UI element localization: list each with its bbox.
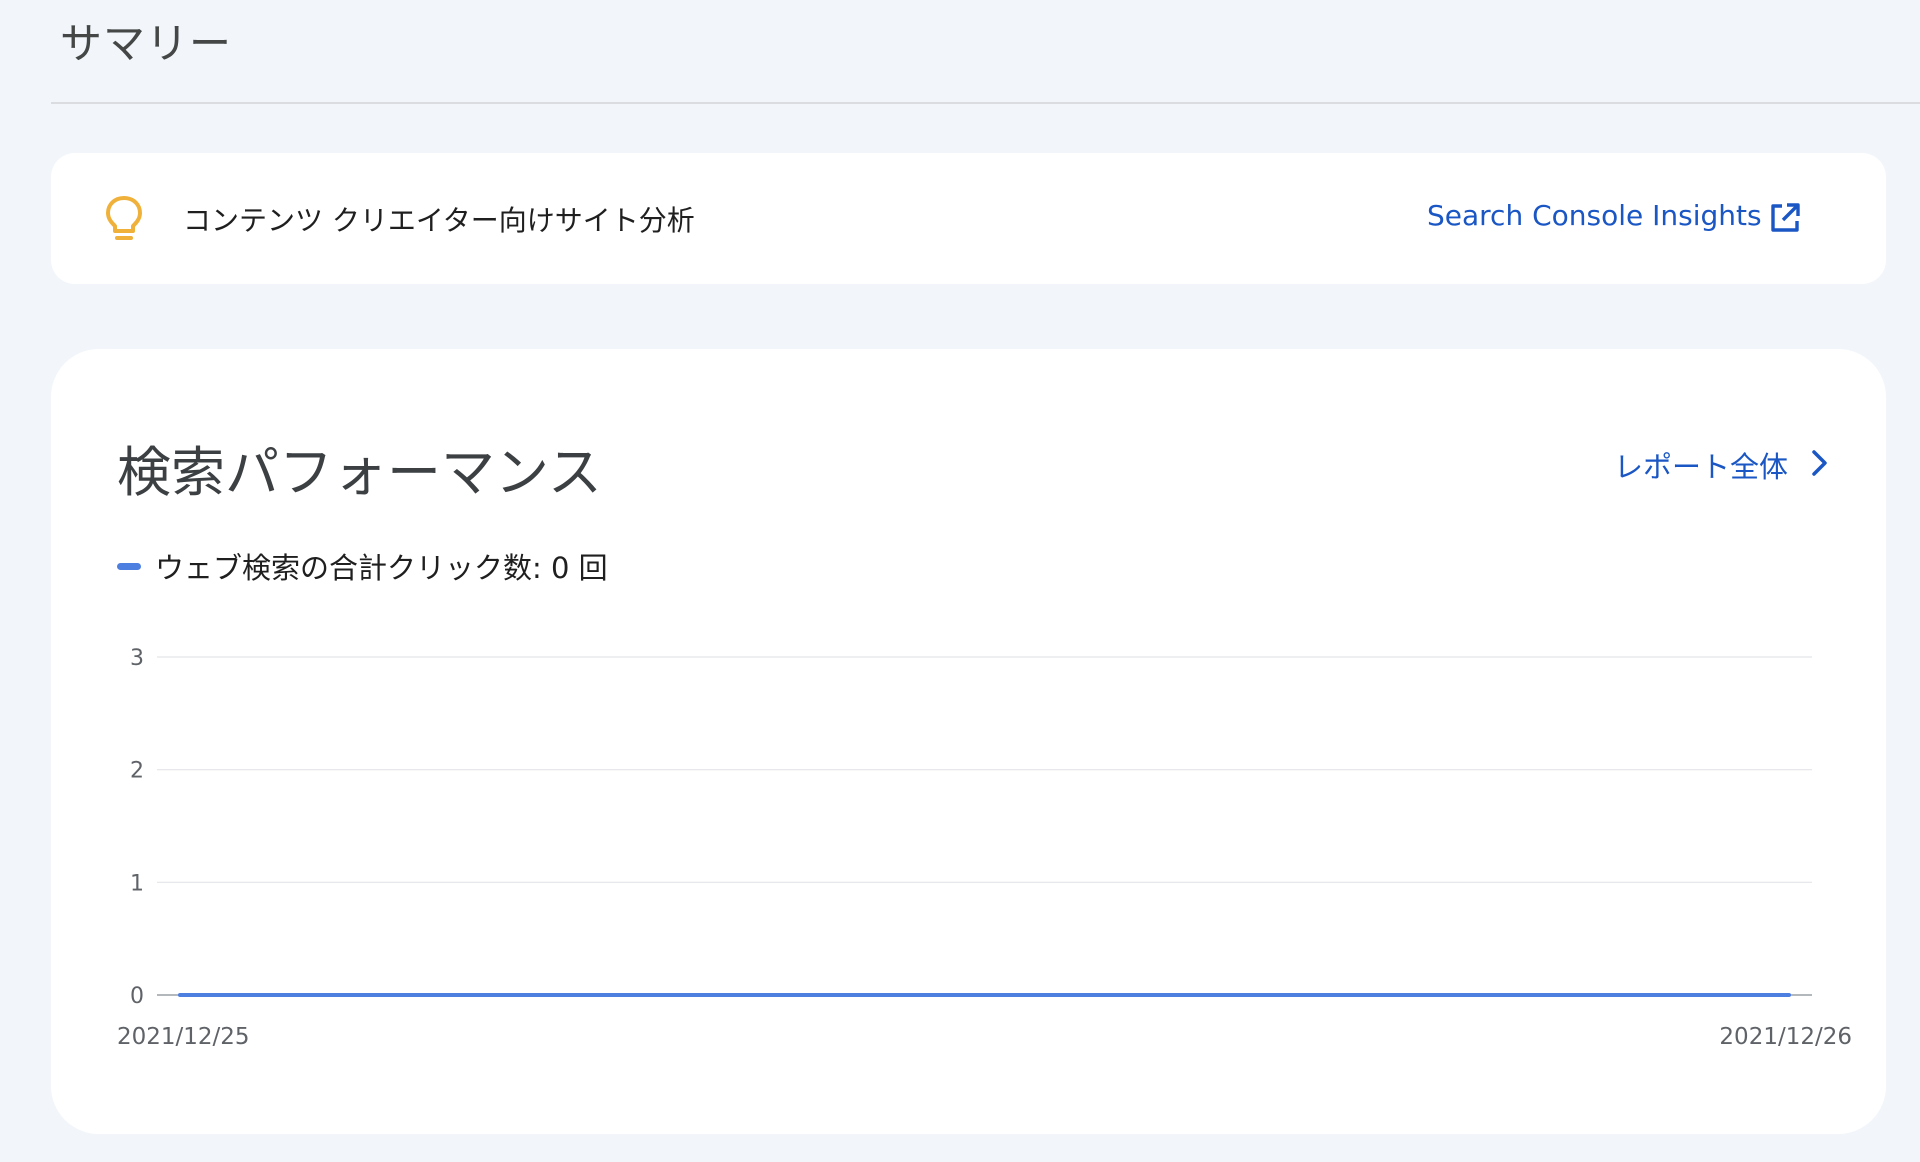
y-tick-label: 3 xyxy=(130,646,144,671)
x-tick-label: 2021/12/26 xyxy=(1719,1024,1852,1050)
summary-page: サマリー コンテンツ クリエイター向けサイト分析 Search Console … xyxy=(0,0,1920,1162)
clicks-line-chart: 0 1 2 3 2021/12/25 2021/12/26 xyxy=(117,646,1852,1050)
y-tick-label: 2 xyxy=(130,759,144,784)
y-tick-label: 1 xyxy=(130,871,144,896)
y-tick-label: 0 xyxy=(130,984,144,1009)
x-tick-label: 2021/12/25 xyxy=(117,1024,250,1050)
